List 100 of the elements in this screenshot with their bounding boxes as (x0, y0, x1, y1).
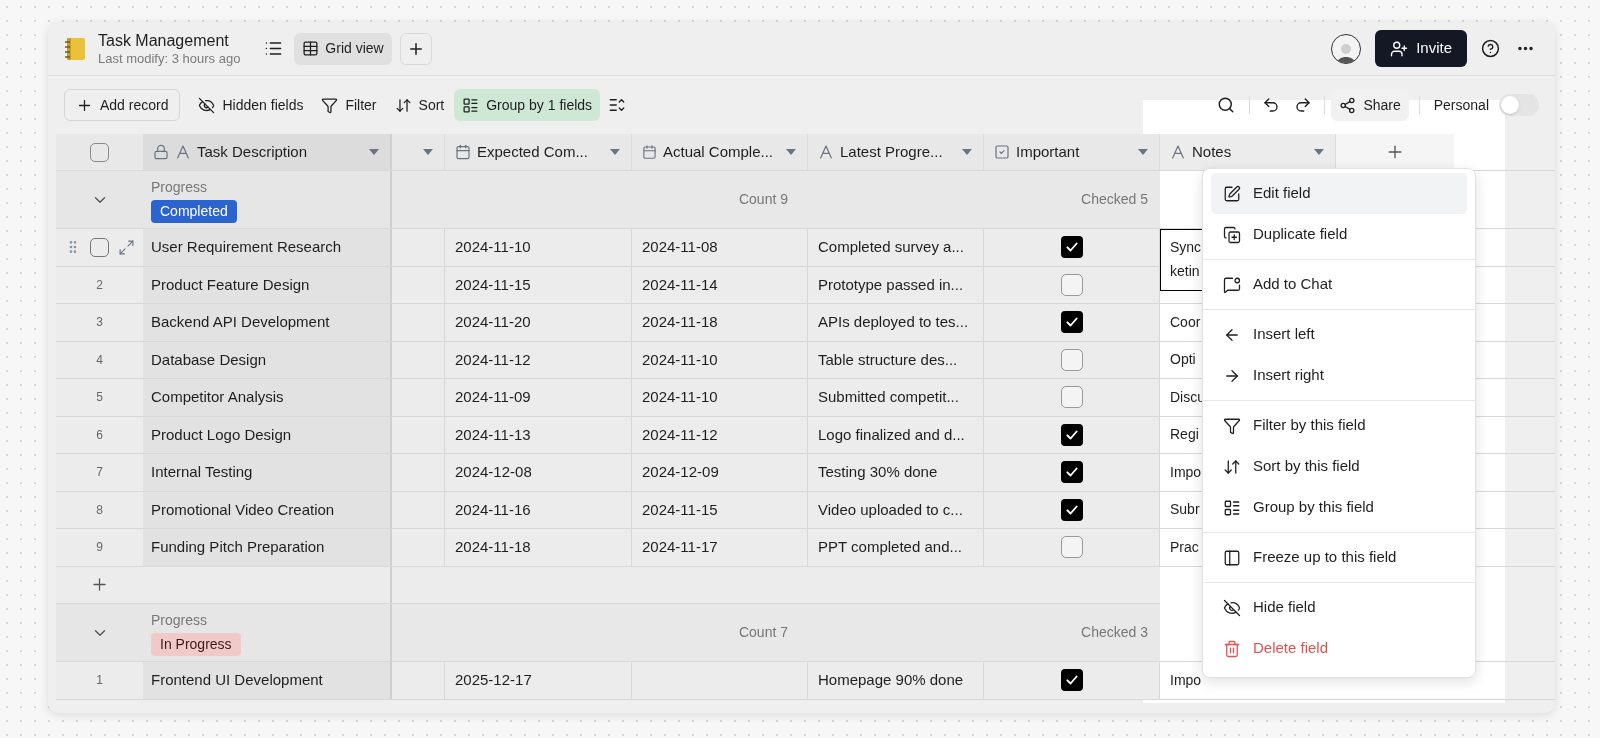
row-number: 3 (96, 314, 103, 332)
menu-item[interactable]: Duplicate field (1211, 214, 1467, 255)
checkbox[interactable] (1060, 423, 1083, 446)
duplicate-icon (1223, 225, 1241, 244)
add-view-button[interactable] (399, 32, 432, 65)
checkbox-field-icon (994, 144, 1010, 160)
group-field-label: Progress (151, 610, 209, 630)
column-title: Task Description (197, 141, 308, 162)
checkbox[interactable] (1060, 669, 1083, 692)
notebook-icon (64, 36, 86, 61)
toolbar-button[interactable]: Filter (313, 89, 385, 121)
redo-icon[interactable] (1294, 96, 1313, 114)
text-field-icon (818, 144, 834, 160)
row-number: 6 (96, 426, 103, 444)
caret-icon[interactable] (609, 148, 621, 156)
undo-icon[interactable] (1262, 96, 1281, 114)
avatar[interactable] (1331, 33, 1362, 64)
row-number: 2 (96, 276, 103, 294)
table-cell-text: 2024-11-16 (455, 499, 531, 520)
checkbox[interactable] (1060, 273, 1083, 296)
caret-icon[interactable] (368, 148, 380, 156)
table-cell-text: Product Feature Design (151, 274, 310, 295)
table-cell-text: User Requirement Research (151, 237, 342, 257)
share-icon (1339, 96, 1357, 114)
checkbox[interactable] (1060, 236, 1083, 259)
row-number: 5 (96, 389, 103, 407)
table-cell-text: Prac (1170, 537, 1199, 557)
checkbox[interactable] (1060, 536, 1083, 559)
toolbar-button[interactable]: Sort (386, 89, 453, 121)
filter-icon (321, 96, 339, 114)
menu-item[interactable]: Insert left (1211, 314, 1467, 355)
column-header[interactable]: Notes (1160, 134, 1336, 170)
checkbox[interactable] (1060, 498, 1083, 521)
toolbar-button[interactable]: Hidden fields (190, 89, 312, 121)
table-cell-text: 2024-11-12 (455, 349, 531, 370)
caret-icon[interactable] (961, 148, 973, 156)
sort-icon (394, 96, 412, 114)
caret-icon[interactable] (1313, 148, 1325, 156)
table-cell-text: Regi (1170, 425, 1199, 445)
row-height-icon[interactable] (608, 96, 627, 114)
calendar-icon (455, 144, 471, 160)
column-header[interactable]: Expected Com... (445, 134, 632, 170)
help-icon[interactable] (1481, 39, 1500, 58)
table-cell-text: 2025-12-17 (455, 670, 532, 690)
row-number: 1 (96, 672, 103, 690)
toolbar-button[interactable]: Group by 1 fields (454, 89, 601, 121)
table-cell-text: 2024-11-14 (642, 274, 718, 295)
search-icon[interactable] (1217, 96, 1236, 114)
invite-button[interactable]: Invite (1375, 30, 1467, 67)
menu-item[interactable]: Edit field (1211, 173, 1467, 214)
column-title: Important (1016, 141, 1080, 162)
menu-item[interactable]: Delete field (1211, 628, 1467, 669)
note-text: ketin (1170, 262, 1201, 281)
pencil-icon (1223, 184, 1241, 203)
row-number: 8 (96, 501, 103, 519)
row-checkbox[interactable] (89, 237, 109, 257)
menu-item[interactable]: Insert right (1211, 355, 1467, 396)
sort-icon (1223, 457, 1241, 476)
select-all-checkbox[interactable] (90, 142, 109, 162)
table-cell-text: 2024-11-10 (455, 237, 531, 257)
column-title: Latest Progre... (840, 141, 943, 162)
checkbox[interactable] (1060, 348, 1083, 371)
menu-item[interactable]: Freeze up to this field (1211, 537, 1467, 578)
checkbox[interactable] (1060, 386, 1083, 409)
table-cell-text: Prototype passed in... (818, 274, 964, 295)
table-cell-text: Product Logo Design (151, 424, 292, 445)
document-title: Task Management (98, 30, 230, 51)
menu-item[interactable]: Hide field (1211, 587, 1467, 628)
table-cell-text: 2024-11-18 (455, 537, 531, 557)
menu-item[interactable]: Group by this field (1211, 487, 1467, 528)
table-cell-text: 2024-11-10 (642, 387, 718, 407)
table-cell-text: Subr (1170, 500, 1200, 520)
caret-icon[interactable] (1137, 148, 1149, 156)
checkbox[interactable] (1060, 461, 1083, 484)
caret-icon[interactable] (785, 148, 797, 156)
column-header[interactable]: Important (984, 134, 1160, 170)
column-header[interactable]: Latest Progre... (808, 134, 984, 170)
checkbox[interactable] (1060, 311, 1083, 334)
menu-item[interactable]: Sort by this field (1211, 446, 1467, 487)
group-icon (462, 96, 480, 114)
row-number: 4 (96, 351, 103, 369)
view-tab[interactable]: Grid view (294, 32, 392, 65)
menu-item[interactable]: Filter by this field (1211, 405, 1467, 446)
expand-row-icon[interactable] (117, 238, 135, 256)
checked-count: Checked 3 (1081, 623, 1148, 642)
table-cell-text: Impo (1170, 462, 1202, 482)
grid-icon (302, 40, 320, 57)
caret-icon[interactable] (422, 148, 434, 156)
mode-toggle[interactable] (1499, 94, 1539, 116)
column-title: Expected Com... (477, 141, 588, 162)
calendar-icon (642, 144, 657, 160)
toolbar-button[interactable]: Add record (64, 89, 181, 121)
column-header[interactable]: Task Description (143, 134, 392, 170)
column-header[interactable]: Actual Comple... (632, 134, 808, 170)
table-cell-text: PPT completed and... (818, 537, 962, 557)
menu-item[interactable]: Add to Chat (1211, 264, 1467, 305)
table-cell-text: Opti (1170, 350, 1196, 370)
table-cell-text: Frontend UI Development (151, 670, 323, 690)
user-plus-icon (1390, 39, 1409, 58)
freeze-icon (1223, 548, 1241, 567)
